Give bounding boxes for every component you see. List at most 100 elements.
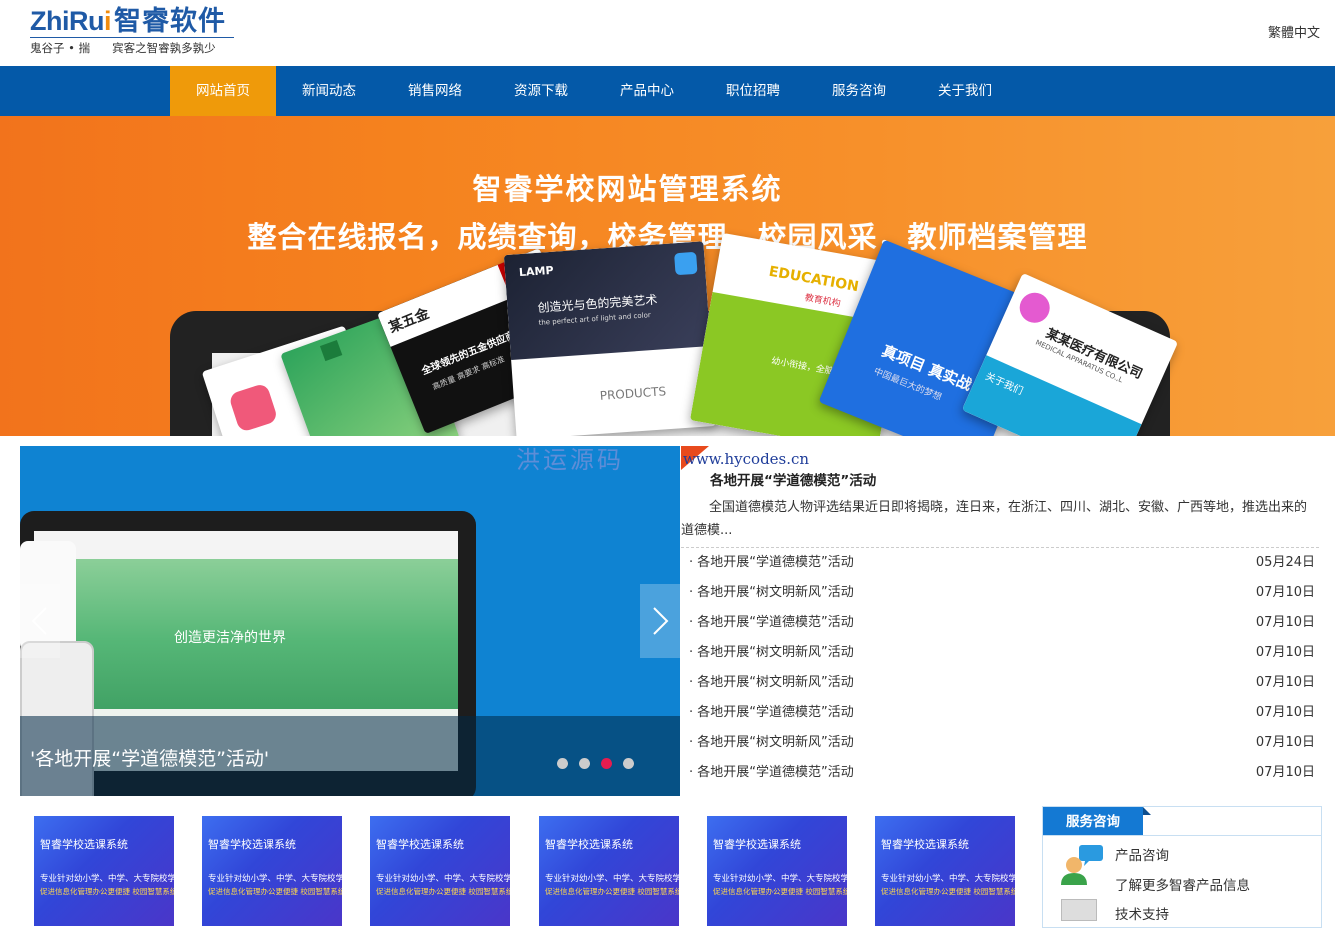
news-item-title[interactable]: · 各地开展“树文明新风”活动 (689, 578, 854, 608)
news-item[interactable]: · 各地开展“树文明新风”活动 07月10日 (681, 638, 1319, 668)
news-item-date: 07月10日 (1255, 645, 1315, 660)
news-item[interactable]: · 各地开展“学道德模范”活动 07月10日 (681, 698, 1319, 728)
logo-tagline-a: 鬼谷子 • 揣 (30, 41, 91, 55)
service-item-title[interactable]: 产品咨询 (1115, 844, 1169, 864)
product-card[interactable]: 智睿学校选课系统 专业针对幼小学、中学、大专院校学生在线选课 促进信息化管理办公… (34, 816, 174, 926)
product-card[interactable]: 智睿学校选课系统 专业针对幼小学、中学、大专院校学生在线选课 促进信息化管理办公… (707, 816, 847, 926)
news-item[interactable]: · 各地开展“树文明新风”活动 07月10日 (681, 578, 1319, 608)
lamp-brand: LAMP (518, 263, 554, 280)
news-image-slider[interactable]: 创造更洁净的世界 '各地开展“学道德模范”活动' (20, 446, 680, 796)
product-desc: 专业针对幼小学、中学、大专院校学生在线选课 (881, 874, 1015, 884)
slider-dot-3[interactable] (601, 758, 612, 769)
service-divider (1043, 835, 1321, 836)
logo-tagline: 鬼谷子 • 揣 宾客之智睿孰多孰少 (30, 37, 234, 56)
nav-item-home[interactable]: 网站首页 (170, 66, 276, 116)
news-item[interactable]: · 各地开展“树文明新风”活动 07月10日 (681, 668, 1319, 698)
nav-item-downloads[interactable]: 资源下载 (488, 66, 594, 116)
medical-logo (1014, 287, 1055, 328)
service-item-desc: 了解更多智睿产品信息 (1115, 878, 1250, 894)
news-item-date: 07月10日 (1255, 705, 1315, 720)
product-desc: 专业针对幼小学、中学、大专院校学生在线选课 (376, 874, 510, 884)
slide-laptop-text: 创造更洁净的世界 (174, 630, 286, 646)
product-title: 智睿学校选课系统 (545, 838, 633, 851)
service-tab-title[interactable]: 服务咨询 (1043, 807, 1151, 835)
news-headline[interactable]: 各地开展“学道德模范”活动 (710, 469, 876, 489)
edu-brand-cn: 教育机构 (803, 293, 842, 310)
product-card[interactable]: 智睿学校选课系统 专业针对幼小学、中学、大专院校学生在线选课 促进信息化管理办公… (875, 816, 1015, 926)
news-item-title[interactable]: · 各地开展“学道德模范”活动 (689, 758, 854, 788)
slider-next-button[interactable] (640, 584, 680, 658)
news-item-date: 05月24日 (1255, 555, 1315, 570)
support-icon (1061, 899, 1097, 921)
slider-pagination (557, 754, 645, 773)
slider-dot-2[interactable] (579, 758, 590, 769)
nav-item-service[interactable]: 服务咨询 (806, 66, 912, 116)
news-summary: 全国道德模范人物评选结果近日即将揭晓，连日来，在浙江、四川、湖北、安徽、广西等地… (681, 500, 1308, 538)
edu-brand: EDUCATION (767, 263, 860, 296)
logo-part-ru: Ru (69, 6, 105, 36)
slider-dot-4[interactable] (623, 758, 634, 769)
news-item-title[interactable]: · 各地开展“学道德模范”活动 (689, 698, 854, 728)
news-item-date: 07月10日 (1255, 585, 1315, 600)
news-item[interactable]: · 各地开展“学道德模范”活动 07月10日 (681, 758, 1319, 788)
product-card[interactable]: 智睿学校选课系统 专业针对幼小学、中学、大专院校学生在线选课 促进信息化管理办公… (370, 816, 510, 926)
product-desc-2: 促进信息化管理办公更便捷 校园智慧系统 (713, 887, 847, 896)
product-title: 智睿学校选课系统 (713, 838, 801, 851)
news-item-date: 07月10日 (1255, 615, 1315, 630)
news-list: · 各地开展“学道德模范”活动 05月24日 · 各地开展“树文明新风”活动 07月… (681, 548, 1319, 788)
product-desc-2: 促进信息化管理办公更便捷 校园智慧系统 (881, 887, 1015, 896)
news-panel: 各地开展“学道德模范”活动 全国道德模范人物评选结果近日即将揭晓，连日来，在浙江… (681, 446, 1319, 796)
news-item-date: 07月10日 (1255, 765, 1315, 780)
chevron-left-icon (31, 607, 47, 635)
site-logo[interactable]: ZhiRui 智睿软件 鬼谷子 • 揣 宾客之智睿孰多孰少 (30, 6, 234, 56)
product-title: 智睿学校选课系统 (208, 838, 296, 851)
banner-title: 智睿学校网站管理系统 (472, 172, 783, 206)
slide-laptop-navbar (34, 531, 458, 559)
news-item-title[interactable]: · 各地开展“树文明新风”活动 (689, 668, 854, 698)
product-desc: 专业针对幼小学、中学、大专院校学生在线选课 (208, 874, 342, 884)
product-desc-2: 促进信息化管理办公更便捷 校园智慧系统 (208, 887, 342, 896)
service-panel: 服务咨询 产品咨询 了解更多智睿产品信息 技术支持 (1042, 806, 1322, 928)
lamp-products-label: PRODUCTS (599, 384, 667, 403)
nav-item-news[interactable]: 新闻动态 (276, 66, 382, 116)
nav-item-about[interactable]: 关于我们 (912, 66, 1018, 116)
news-item-title[interactable]: · 各地开展“树文明新风”活动 (689, 728, 854, 758)
product-card[interactable]: 智睿学校选课系统 专业针对幼小学、中学、大专院校学生在线选课 促进信息化管理办公… (539, 816, 679, 926)
slider-prev-button[interactable] (20, 584, 60, 658)
main-nav: 网站首页 新闻动态 销售网络 资源下载 产品中心 职位招聘 服务咨询 关于我们 (0, 66, 1335, 116)
news-item-date: 07月10日 (1255, 735, 1315, 750)
logo-part-zhi: Zhi (30, 6, 70, 36)
logo-tagline-b: 宾客之智睿孰多孰少 (112, 41, 216, 55)
green-menu-icon (319, 339, 343, 362)
news-item-title[interactable]: · 各地开展“学道德模范”活动 (689, 548, 854, 578)
product-title: 智睿学校选课系统 (376, 838, 464, 851)
chevron-right-icon (653, 607, 669, 635)
nav-item-jobs[interactable]: 职位招聘 (700, 66, 806, 116)
news-item[interactable]: · 各地开展“学道德模范”活动 07月10日 (681, 608, 1319, 638)
hero-banner[interactable]: 智睿学校网站管理系统 整合在线报名，成绩查询，校务管理，校园风采，教师档案管理 … (0, 116, 1335, 436)
logo-cn-name: 智睿软件 (114, 6, 227, 36)
news-item[interactable]: · 各地开展“学道德模范”活动 05月24日 (681, 548, 1319, 578)
logo-wordmark: ZhiRui 智睿软件 (30, 6, 234, 36)
watermark-text: 洪运源码 (516, 446, 624, 474)
news-item[interactable]: · 各地开展“树文明新风”活动 07月10日 (681, 728, 1319, 758)
slider-dot-1[interactable] (557, 758, 568, 769)
watermark-url: www.hycodes.cn (683, 450, 810, 468)
product-desc: 专业针对幼小学、中学、大专院校学生在线选课 (40, 874, 174, 884)
news-item-title[interactable]: · 各地开展“学道德模范”活动 (689, 608, 854, 638)
product-title: 智睿学校选课系统 (40, 838, 128, 851)
traditional-chinese-link[interactable]: 繁體中文 (1268, 22, 1320, 41)
lamp-app-icon (674, 251, 698, 276)
logo-part-i: i (104, 6, 112, 36)
product-desc-2: 促进信息化管理办公更便捷 校园智慧系统 (545, 887, 679, 896)
news-item-title[interactable]: · 各地开展“树文明新风”活动 (689, 638, 854, 668)
nav-item-products[interactable]: 产品中心 (594, 66, 700, 116)
agri-app-icon (228, 382, 279, 433)
site-header: ZhiRui 智睿软件 鬼谷子 • 揣 宾客之智睿孰多孰少 繁體中文 (0, 0, 1335, 66)
product-card[interactable]: 智睿学校选课系统 专业针对幼小学、中学、大专院校学生在线选课 促进信息化管理办公… (202, 816, 342, 926)
product-title: 智睿学校选课系统 (881, 838, 969, 851)
service-item-title-2[interactable]: 技术支持 (1115, 903, 1169, 923)
slide-caption[interactable]: '各地开展“学道德模范”活动' (30, 744, 269, 771)
chat-person-icon (1061, 845, 1103, 885)
nav-item-sales-network[interactable]: 销售网络 (382, 66, 488, 116)
